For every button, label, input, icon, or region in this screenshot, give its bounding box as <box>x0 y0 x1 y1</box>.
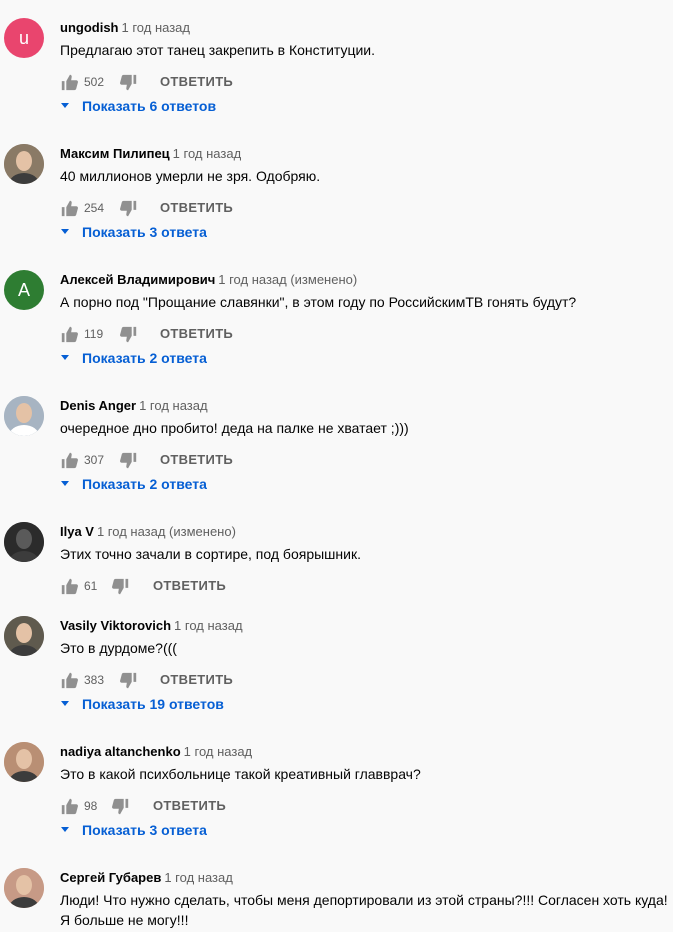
thumbs-down-icon[interactable] <box>120 326 138 344</box>
comment-text: А порно под "Прощание славянки", в этом … <box>60 294 577 310</box>
avatar[interactable] <box>4 742 44 782</box>
show-replies-label: Показать 6 ответов <box>82 98 217 114</box>
like-count: 383 <box>84 673 105 687</box>
comment-header: ungodish 1 год назад <box>60 18 673 38</box>
caret-down-icon <box>61 103 69 108</box>
comment-text: Этих точно зачали в сортире, под боярышн… <box>60 546 361 562</box>
caret-down-icon <box>61 229 69 234</box>
reply-button[interactable]: ОТВЕТИТЬ <box>160 451 233 469</box>
thumbs-up-icon[interactable] <box>60 577 78 595</box>
avatar-photo <box>4 522 44 562</box>
comment-timestamp[interactable]: 1 год назад <box>139 398 207 413</box>
show-replies-button[interactable]: Показать 2 ответа <box>60 472 673 500</box>
reply-button[interactable]: ОТВЕТИТЬ <box>160 671 233 689</box>
comment-timestamp[interactable]: 1 год назад <box>173 146 241 161</box>
comment-header: Максим Пилипец 1 год назад <box>60 144 673 164</box>
author-name[interactable]: ungodish <box>60 20 119 35</box>
avatar[interactable] <box>4 616 44 656</box>
comment-timestamp[interactable]: 1 год назад <box>164 870 232 885</box>
thumbs-up-icon[interactable] <box>60 73 78 91</box>
reply-button[interactable]: ОТВЕТИТЬ <box>160 199 233 217</box>
comment-timestamp[interactable]: 1 год назад <box>174 618 242 633</box>
comment-timestamp[interactable]: 1 год назад <box>122 20 190 35</box>
avatar[interactable]: A <box>4 270 44 310</box>
comment-timestamp[interactable]: 1 год назад (изменено) <box>97 524 236 539</box>
comment-header: nadiya altanchenko 1 год назад <box>60 742 673 762</box>
avatar-letter: A <box>17 279 30 300</box>
like-count: 61 <box>84 579 98 593</box>
comment-text: Это в какой психбольнице такой креативны… <box>60 766 421 782</box>
comment-text: Люди! Что нужно сделать, чтобы меня депо… <box>60 892 668 928</box>
comments-section: u ungodish 1 год назад Предлагаю этот танец… <box>0 0 673 932</box>
thumbs-down-icon[interactable] <box>112 798 130 816</box>
thumbs-down-icon[interactable] <box>120 200 138 218</box>
thumbs-down-icon[interactable] <box>112 578 130 596</box>
author-name[interactable]: Vasily Viktorovich <box>60 618 171 633</box>
thumbs-down-icon[interactable] <box>120 452 138 470</box>
show-replies-label: Показать 2 ответа <box>82 476 207 492</box>
show-replies-label: Показать 19 ответов <box>82 696 224 712</box>
comment-timestamp[interactable]: 1 год назад (изменено) <box>218 272 357 287</box>
comment-header: Vasily Viktorovich 1 год назад <box>60 616 673 636</box>
author-name[interactable]: Максим Пилипец <box>60 146 170 161</box>
comment-timestamp[interactable]: 1 год назад <box>184 744 252 759</box>
caret-down-icon <box>61 701 69 706</box>
comment-text: Это в дурдоме?((( <box>60 640 177 656</box>
comment-text: очередное дно пробито! деда на палке не … <box>60 420 409 436</box>
show-replies-label: Показать 2 ответа <box>82 350 207 366</box>
avatar-photo <box>4 868 44 908</box>
show-replies-button[interactable]: Показать 19 ответов <box>60 692 673 720</box>
avatar-photo <box>4 742 44 782</box>
show-replies-label: Показать 3 ответа <box>82 822 207 838</box>
show-replies-button[interactable]: Показать 3 ответа <box>60 818 673 846</box>
thumbs-up-icon[interactable] <box>60 451 78 469</box>
author-name[interactable]: nadiya altanchenko <box>60 744 181 759</box>
show-replies-label: Показать 3 ответа <box>82 224 207 240</box>
avatar-photo <box>4 396 44 436</box>
comment-text: Предлагаю этот танец закрепить в Констит… <box>60 42 376 58</box>
caret-down-icon <box>61 481 69 486</box>
reply-button[interactable]: ОТВЕТИТЬ <box>160 325 233 343</box>
thumbs-down-icon[interactable] <box>120 74 138 92</box>
thumbs-down-icon[interactable] <box>120 672 138 690</box>
avatar-photo <box>4 144 44 184</box>
reply-button[interactable]: ОТВЕТИТЬ <box>153 797 226 815</box>
comment-header: Сергей Губарев 1 год назад <box>60 868 673 888</box>
avatar[interactable] <box>4 144 44 184</box>
show-replies-button[interactable]: Показать 3 ответа <box>60 220 673 248</box>
avatar[interactable] <box>4 868 44 908</box>
like-count: 502 <box>84 75 105 89</box>
thumbs-up-icon[interactable] <box>60 797 78 815</box>
thumbs-up-icon[interactable] <box>60 199 78 217</box>
avatar-photo <box>4 616 44 656</box>
author-name[interactable]: Denis Anger <box>60 398 136 413</box>
comment-header: Ilya V1 год назад (изменено) <box>60 522 673 542</box>
comment-text: 40 миллионов умерли не зря. Одобряю. <box>60 168 321 184</box>
like-count: 254 <box>84 201 105 215</box>
show-replies-button[interactable]: Показать 6 ответов <box>60 94 673 122</box>
thumbs-up-icon[interactable] <box>60 325 78 343</box>
like-count: 307 <box>84 453 105 467</box>
reply-button[interactable]: ОТВЕТИТЬ <box>160 73 233 91</box>
avatar[interactable] <box>4 522 44 562</box>
caret-down-icon <box>61 355 69 360</box>
comment-header: Алексей Владимирович 1 год назад (изменен… <box>60 270 673 290</box>
author-name[interactable]: Сергей Губарев <box>60 870 161 885</box>
show-replies-button[interactable]: Показать 2 ответа <box>60 346 673 374</box>
thumbs-up-icon[interactable] <box>60 671 78 689</box>
like-count: 119 <box>84 327 104 341</box>
comment-action-bar: 61 ОТВЕТИТЬ <box>60 570 673 602</box>
author-name[interactable]: Ilya V <box>60 524 94 539</box>
comment-header: Denis Anger 1 год назад <box>60 396 673 416</box>
caret-down-icon <box>61 827 69 832</box>
reply-button[interactable]: ОТВЕТИТЬ <box>153 577 226 595</box>
avatar[interactable]: u <box>4 18 44 58</box>
author-name[interactable]: Алексей Владимирович <box>60 272 215 287</box>
avatar-letter: u <box>18 27 29 48</box>
avatar[interactable] <box>4 396 44 436</box>
like-count: 98 <box>84 799 98 813</box>
